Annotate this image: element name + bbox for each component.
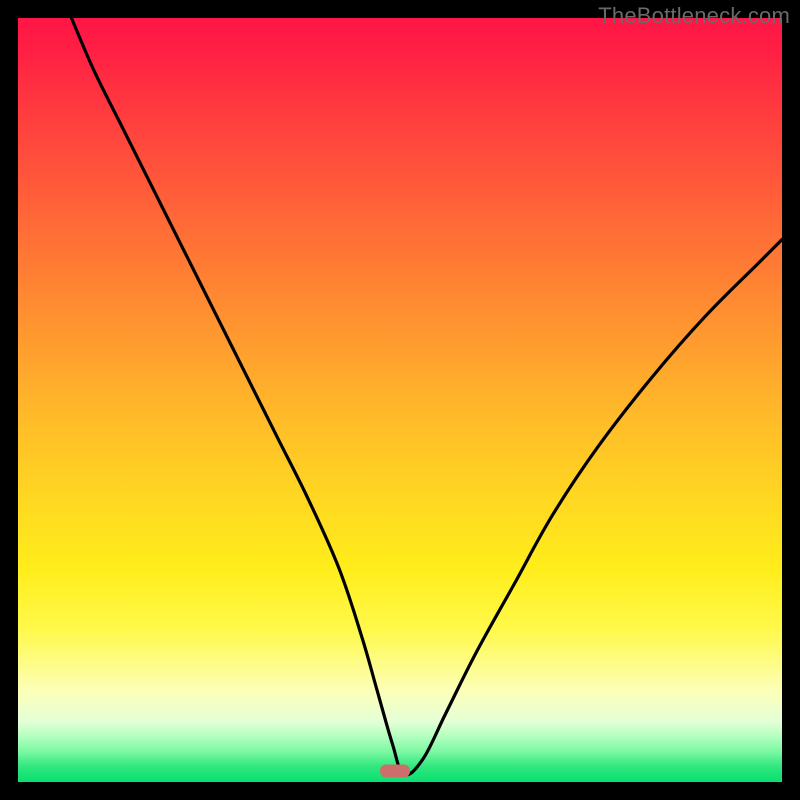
curve-path <box>71 18 782 775</box>
chart-frame: TheBottleneck.com <box>0 0 800 800</box>
plot-area <box>18 18 782 782</box>
optimal-point-marker <box>380 765 410 778</box>
bottleneck-curve <box>18 18 782 782</box>
